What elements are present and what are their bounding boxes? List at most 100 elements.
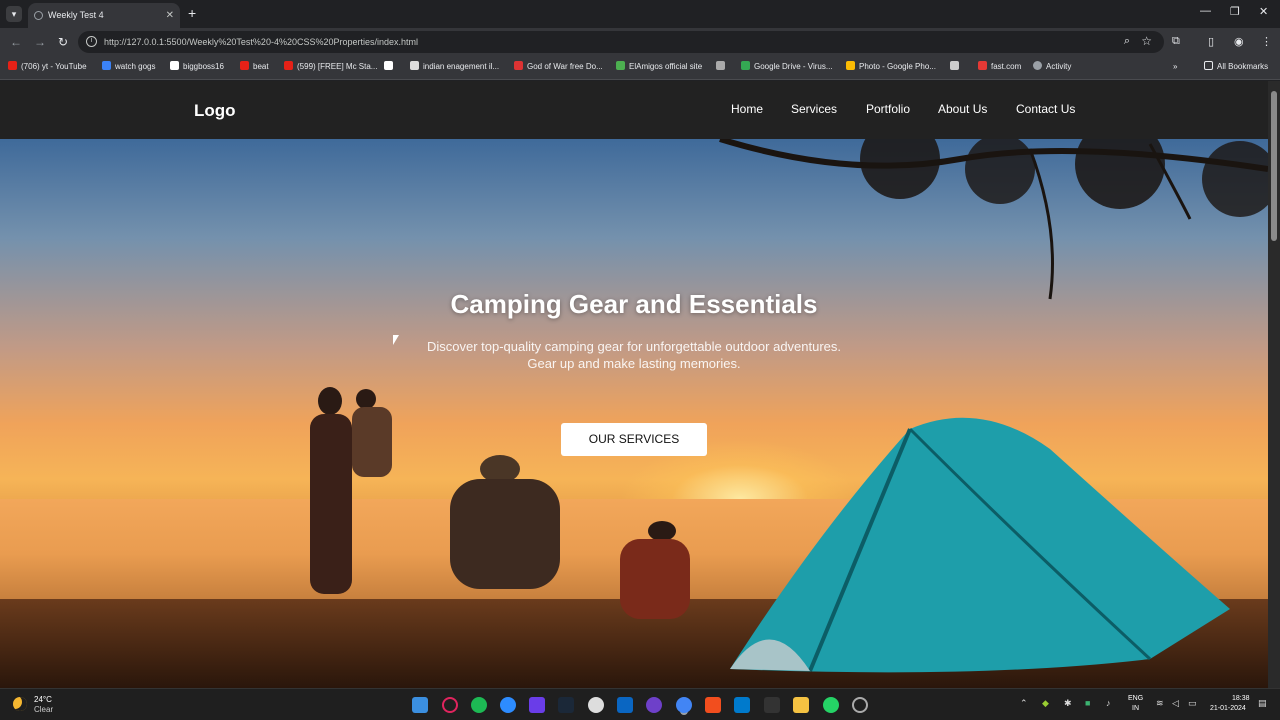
gamepad-icon (514, 61, 523, 70)
more-bookmarks-icon[interactable]: » (1173, 56, 1177, 80)
vscode-icon[interactable] (734, 697, 750, 713)
opera-icon[interactable] (442, 697, 458, 713)
bookmark-item[interactable]: beat (240, 56, 269, 80)
zoom-app-icon[interactable] (500, 697, 516, 713)
bookmark-item[interactable]: watch gogs (102, 56, 155, 80)
our-services-button[interactable]: OUR SERVICES (561, 423, 707, 456)
steam-icon[interactable] (558, 697, 574, 713)
page-icon (716, 61, 725, 70)
window-close-icon[interactable]: ✕ (1259, 5, 1268, 18)
activity-icon (1033, 61, 1042, 70)
github-icon[interactable] (646, 697, 662, 713)
bookmark-item[interactable]: fast.com (978, 56, 1021, 80)
toolbar: ← → ↻ i http://127.0.0.1:5500/Weekly%20T… (0, 28, 1280, 56)
tray-network-app-icon[interactable]: ✱ (1064, 698, 1072, 709)
region-indicator[interactable]: IN (1132, 705, 1139, 712)
family-silhouettes (310, 387, 690, 619)
reload-button[interactable]: ↻ (58, 35, 68, 49)
language-indicator[interactable]: ENG (1128, 695, 1143, 702)
microphone-icon[interactable]: ♪ (1106, 698, 1111, 708)
close-tab-icon[interactable]: ✕ (166, 3, 174, 28)
tray-chevron-up-icon[interactable]: ⌃ (1020, 698, 1028, 709)
tray-green-app-icon[interactable]: ■ (1085, 698, 1090, 708)
whatsapp-icon[interactable] (823, 697, 839, 713)
battery-icon[interactable]: ▭ (1188, 698, 1197, 709)
restore-icon[interactable]: ❐ (1230, 5, 1240, 18)
tent (730, 417, 1230, 673)
page-viewport: Logo Home Services Portfolio About Us Co… (0, 81, 1268, 688)
url-text[interactable]: http://127.0.0.1:5500/Weekly%20Test%20-4… (104, 31, 418, 53)
fast-icon (978, 61, 987, 70)
bookmark-item[interactable]: Google Drive - Virus... (741, 56, 833, 80)
menu-kebab-icon[interactable]: ⋮ (1261, 35, 1272, 48)
bookmark-item[interactable] (950, 56, 963, 80)
spotify-icon[interactable] (471, 697, 487, 713)
is-icon (410, 61, 419, 70)
page-icon (950, 61, 959, 70)
back-button[interactable]: ← (10, 35, 22, 49)
audio-app-icon[interactable] (764, 697, 780, 713)
page-icon (384, 61, 393, 70)
weather-condition[interactable]: Clear (34, 705, 53, 714)
google-drive-icon (741, 61, 750, 70)
address-bar[interactable]: i http://127.0.0.1:5500/Weekly%20Test%20… (78, 31, 1164, 53)
bookmark-item[interactable]: (599) [FREE] Mc Sta... (284, 56, 377, 80)
notification-icon[interactable]: ▤ (1258, 698, 1267, 709)
scrollbar-thumb[interactable] (1271, 91, 1277, 241)
bookmark-item[interactable]: indian enagement il... (410, 56, 499, 80)
hero-title: Camping Gear and Essentials (450, 289, 818, 319)
side-panel-icon[interactable]: ▯ (1208, 35, 1214, 48)
tab-search-button[interactable]: ▾ (6, 6, 22, 22)
bookmark-item[interactable]: Photo - Google Pho... (846, 56, 936, 80)
moon-icon[interactable] (13, 697, 27, 711)
nav-contact-us[interactable]: Contact Us (1016, 102, 1075, 116)
linkedin-icon[interactable] (617, 697, 633, 713)
elamigos-icon (616, 61, 625, 70)
folder-icon (1204, 61, 1213, 70)
minimize-icon[interactable]: — (1200, 5, 1211, 17)
extensions-icon[interactable]: ⧉ (1172, 35, 1180, 48)
clock-date[interactable]: 21-01-2024 (1210, 705, 1246, 712)
bookmark-item[interactable]: God of War free Do... (514, 56, 603, 80)
tray-app-icon[interactable]: ◆ (1042, 698, 1049, 709)
hero-subtitle-line: Gear up and make lasting memories. (527, 356, 741, 371)
site-header: Logo Home Services Portfolio About Us Co… (0, 81, 1268, 139)
new-tab-button[interactable]: + (188, 5, 196, 21)
bookmark-item[interactable]: ElAmigos official site (616, 56, 702, 80)
zoom-icon[interactable]: ⌕ (1124, 35, 1130, 48)
nav-about-us[interactable]: About Us (938, 102, 987, 116)
bookmark-item[interactable]: biggboss16 (170, 56, 224, 80)
bookmark-item[interactable]: (706) yt - YouTube (8, 56, 87, 80)
clock-time[interactable]: 18:38 (1232, 695, 1250, 702)
forward-button[interactable]: → (34, 35, 46, 49)
chrome-icon[interactable] (676, 697, 692, 713)
jetbrains-icon[interactable] (529, 697, 545, 713)
figma-icon[interactable] (705, 697, 721, 713)
bookmark-star-icon[interactable]: ☆ (1141, 34, 1152, 48)
youtube-icon (8, 61, 17, 70)
nav-portfolio[interactable]: Portfolio (866, 102, 910, 116)
all-bookmarks-button[interactable]: All Bookmarks (1204, 56, 1268, 80)
youtube-icon (240, 61, 249, 70)
page-scrollbar[interactable] (1268, 81, 1280, 688)
tab-title: Weekly Test 4 (48, 10, 104, 20)
nav-home[interactable]: Home (731, 102, 763, 116)
bookmark-item[interactable]: Activity (1033, 56, 1071, 80)
bookmark-item[interactable] (716, 56, 729, 80)
settings-gear-icon[interactable] (852, 697, 868, 713)
tab-active[interactable]: Weekly Test 4 ✕ (28, 3, 180, 28)
tab-strip: ▾ Weekly Test 4 ✕ + — ❐ ✕ (0, 0, 1280, 28)
weather-temp[interactable]: 24°C (34, 695, 52, 704)
site-logo[interactable]: Logo (194, 101, 236, 121)
volume-icon[interactable]: ◁ (1172, 698, 1179, 709)
hero-section: Camping Gear and Essentials Discover top… (0, 139, 1268, 688)
bookmark-item[interactable] (384, 56, 397, 80)
site-info-icon[interactable]: i (86, 36, 97, 47)
wifi-icon[interactable]: ≋ (1156, 698, 1164, 709)
globe-icon (34, 11, 43, 20)
profile-avatar[interactable]: ◉ (1234, 35, 1244, 48)
nav-services[interactable]: Services (791, 102, 837, 116)
windows-start-icon[interactable] (412, 697, 428, 713)
slack-icon[interactable] (588, 697, 604, 713)
file-explorer-icon[interactable] (793, 697, 809, 713)
